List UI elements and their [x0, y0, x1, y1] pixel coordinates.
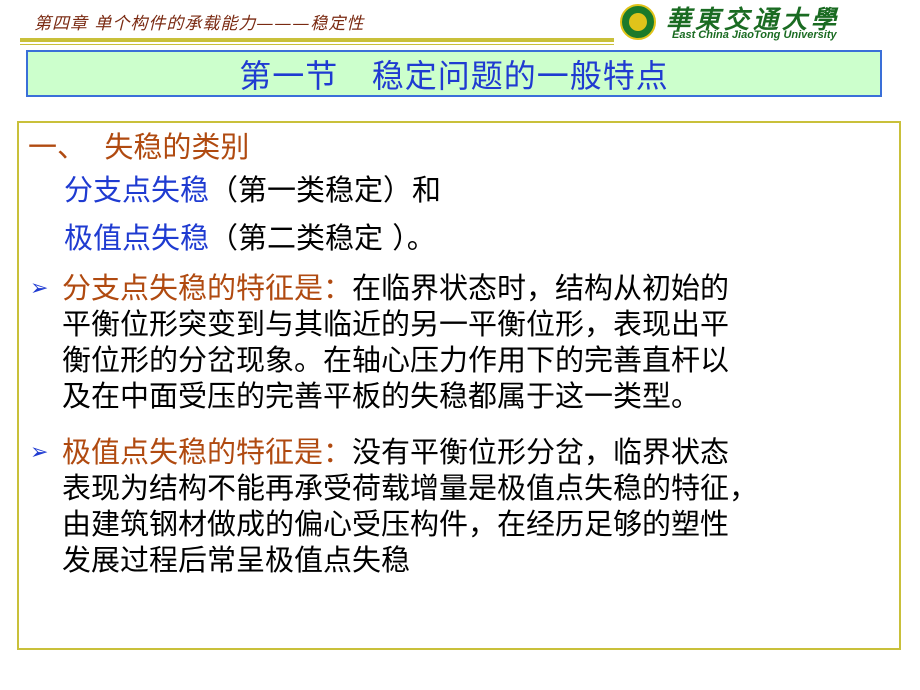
bullet1-label: 分支点失稳的特征是：	[62, 271, 353, 305]
section-title: 第一节 稳定问题的一般特点	[239, 56, 669, 95]
subsection-heading: 一、 失稳的类别	[28, 130, 250, 164]
bullet2-text: 没有平衡位形分岔，临界状态	[352, 435, 730, 469]
type2-line: 极值点失稳（第二类稳定 ）。	[64, 221, 436, 255]
bullet1-line3: 衡位形的分岔现象。在轴心压力作用下的完善直杆以	[62, 343, 730, 377]
type1-line: 分支点失稳（第一类稳定）和	[64, 173, 441, 207]
logo-english-name: East China JiaoTong University	[672, 29, 837, 41]
type2-rest: （第二类稳定 ）。	[209, 221, 436, 255]
type1-term: 分支点失稳	[64, 173, 210, 207]
bullet1-text: 在临界状态时，结构从初始的	[352, 271, 730, 305]
bullet2-line2: 表现为结构不能再承受荷载增量是极值点失稳的特征，	[62, 471, 759, 505]
chevron-right-icon: ➢	[30, 276, 49, 301]
header-divider	[20, 38, 614, 42]
bullet2-label: 极值点失稳的特征是：	[62, 435, 353, 469]
bullet2-line3: 由建筑钢材做成的偏心受压构件，在经历足够的塑性	[62, 507, 730, 541]
bullet2-line4: 发展过程后常呈极值点失稳	[62, 543, 411, 577]
bullet1-line1: 分支点失稳的特征是：在临界状态时，结构从初始的	[62, 271, 729, 305]
bullet2-line1: 极值点失稳的特征是：没有平衡位形分岔，临界状态	[62, 435, 729, 469]
chapter-header: 第四章 单个构件的承载能力———稳定性	[34, 14, 365, 34]
section-title-box: 第一节 稳定问题的一般特点	[26, 50, 882, 97]
university-emblem-icon	[620, 4, 656, 40]
university-logo: 華東交通大學 East China JiaoTong University	[620, 2, 910, 44]
type1-rest: （第一类稳定）和	[209, 173, 442, 207]
bullet1-line4: 及在中面受压的完善平板的失稳都属于这一类型。	[62, 379, 701, 413]
type2-term: 极值点失稳	[64, 221, 210, 255]
bullet1-line2: 平衡位形突变到与其临近的另一平衡位形，表现出平	[62, 307, 730, 341]
chevron-right-icon: ➢	[30, 440, 49, 465]
header-divider-thin	[20, 44, 614, 45]
